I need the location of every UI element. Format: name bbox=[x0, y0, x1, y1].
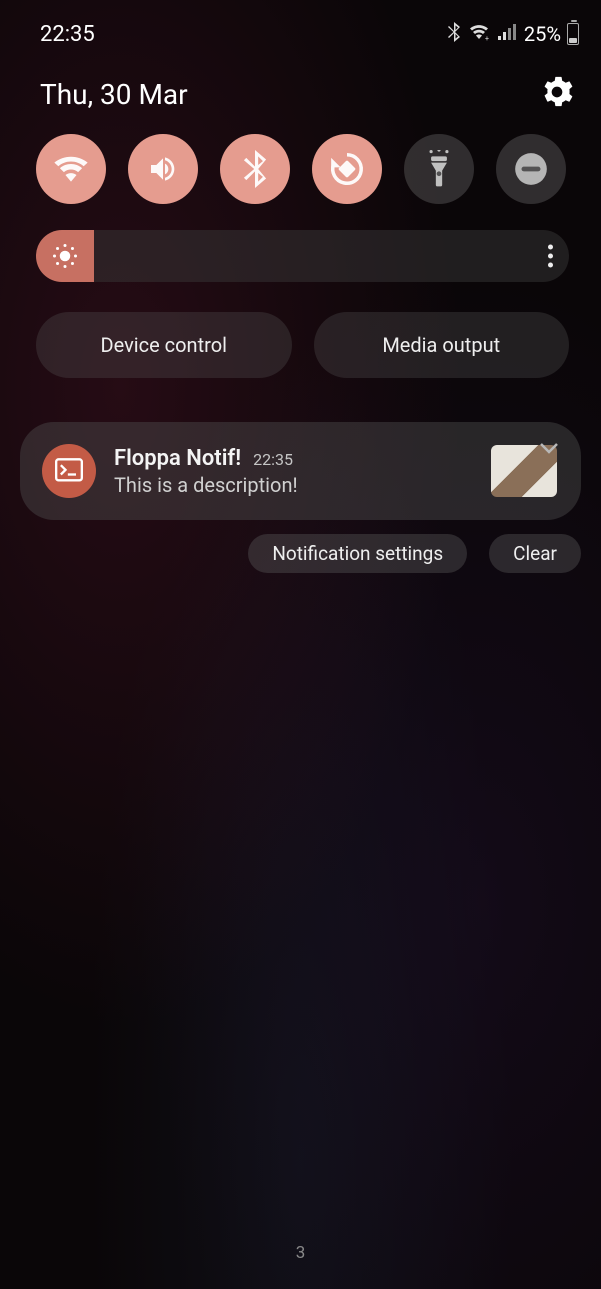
notification-app-icon bbox=[42, 444, 96, 498]
clear-button[interactable]: Clear bbox=[489, 534, 581, 573]
flashlight-toggle[interactable] bbox=[404, 134, 474, 204]
bluetooth-toggle[interactable] bbox=[220, 134, 290, 204]
media-output-label: Media output bbox=[382, 333, 500, 357]
sun-icon bbox=[51, 242, 79, 270]
brightness-more-button[interactable] bbox=[548, 245, 553, 268]
header-date: Thu, 30 Mar bbox=[40, 78, 188, 111]
settings-button[interactable] bbox=[541, 76, 573, 112]
gear-icon bbox=[541, 76, 573, 108]
brightness-slider[interactable] bbox=[36, 230, 569, 282]
status-right: + 25% bbox=[446, 22, 579, 47]
notification-settings-label: Notification settings bbox=[272, 542, 443, 565]
wifi-toggle[interactable] bbox=[36, 134, 106, 204]
notification-time: 22:35 bbox=[253, 450, 293, 469]
notification-actions: Notification settings Clear bbox=[0, 520, 601, 573]
flashlight-icon bbox=[425, 150, 453, 188]
notification-body: Floppa Notif! 22:35 This is a descriptio… bbox=[114, 446, 473, 497]
device-control-button[interactable]: Device control bbox=[36, 312, 292, 378]
sound-toggle[interactable] bbox=[128, 134, 198, 204]
minus-circle-icon bbox=[512, 150, 550, 188]
rotate-toggle[interactable] bbox=[312, 134, 382, 204]
svg-text:+: + bbox=[485, 35, 489, 41]
battery-percent: 25% bbox=[524, 22, 561, 46]
notification-card[interactable]: Floppa Notif! 22:35 This is a descriptio… bbox=[20, 422, 581, 520]
notification-title: Floppa Notif! bbox=[114, 446, 241, 471]
notification-settings-button[interactable]: Notification settings bbox=[248, 534, 467, 573]
status-bar: 22:35 + 25% bbox=[0, 0, 601, 50]
wifi-icon bbox=[52, 154, 90, 184]
nav-indicator: 3 bbox=[296, 1243, 306, 1263]
notification-description: This is a description! bbox=[114, 473, 473, 497]
battery-icon bbox=[567, 23, 579, 45]
notification-expand-button[interactable] bbox=[539, 440, 559, 459]
bluetooth-icon bbox=[242, 150, 268, 188]
terminal-icon bbox=[55, 458, 83, 484]
media-output-button[interactable]: Media output bbox=[314, 312, 570, 378]
control-row: Device control Media output bbox=[0, 282, 601, 378]
brightness-fill bbox=[36, 230, 94, 282]
speaker-icon bbox=[145, 153, 181, 185]
signal-status-icon bbox=[496, 22, 516, 46]
chevron-down-icon bbox=[539, 441, 559, 455]
panel-header: Thu, 30 Mar bbox=[0, 50, 601, 112]
status-time: 22:35 bbox=[40, 22, 95, 47]
bluetooth-status-icon bbox=[446, 22, 462, 47]
dnd-toggle[interactable] bbox=[496, 134, 566, 204]
rotate-icon bbox=[328, 150, 366, 188]
quick-settings-row bbox=[0, 112, 601, 204]
device-control-label: Device control bbox=[100, 333, 227, 357]
clear-label: Clear bbox=[513, 542, 557, 565]
wifi-status-icon: + bbox=[468, 22, 490, 46]
